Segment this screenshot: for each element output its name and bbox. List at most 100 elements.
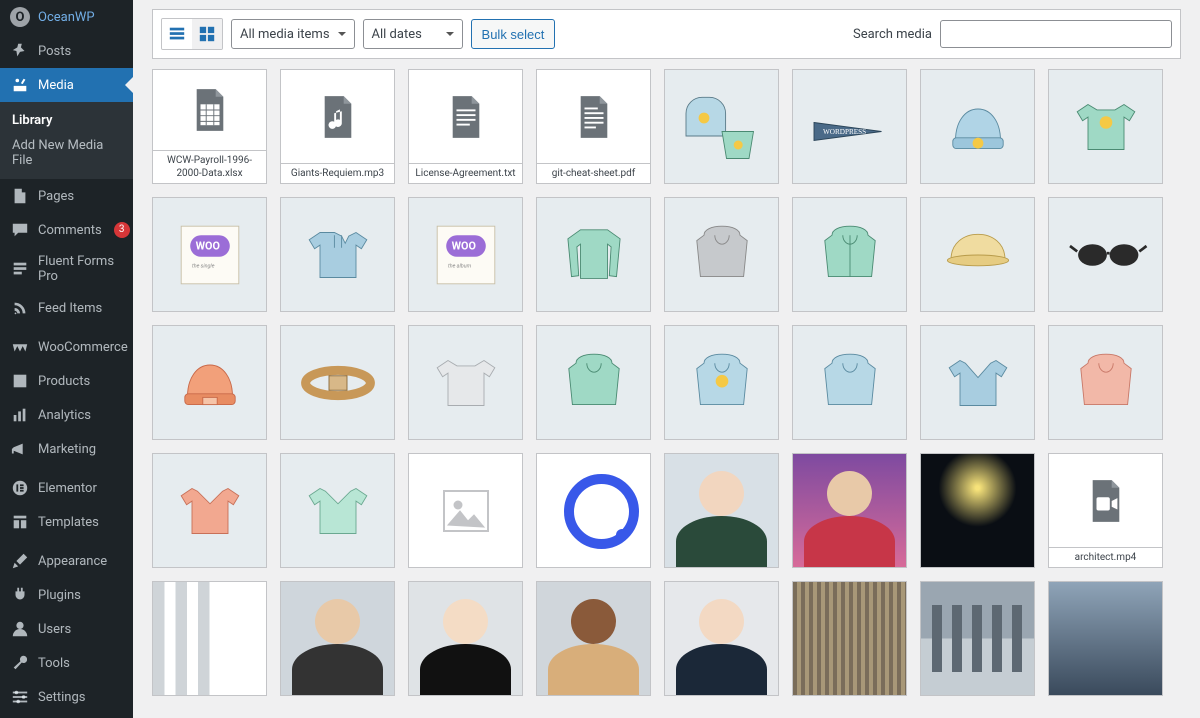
- product-thumbnail: WOOthe single: [153, 198, 266, 311]
- media-tile[interactable]: [536, 325, 651, 440]
- sidebar-item-label: Tools: [38, 656, 70, 671]
- media-tile[interactable]: WOOthe single: [152, 197, 267, 312]
- chart-icon: [10, 405, 30, 425]
- media-tile[interactable]: [1048, 581, 1163, 696]
- sidebar-item-pages[interactable]: Pages: [0, 179, 133, 213]
- media-tile[interactable]: [920, 325, 1035, 440]
- product-thumbnail: [281, 326, 394, 439]
- sidebar-item-posts[interactable]: Posts: [0, 34, 133, 68]
- sidebar-item-appearance[interactable]: Appearance: [0, 544, 133, 578]
- rss-icon: [10, 298, 30, 318]
- media-tile[interactable]: [152, 453, 267, 568]
- form-icon: [10, 259, 30, 279]
- media-tile[interactable]: [664, 69, 779, 184]
- media-tile[interactable]: [664, 197, 779, 312]
- sidebar-item-tools[interactable]: Tools: [0, 646, 133, 680]
- filter-media-type-label: All media items: [240, 27, 330, 42]
- sidebar-item-label: Products: [38, 374, 90, 389]
- media-tile[interactable]: [1048, 325, 1163, 440]
- sidebar-item-label: Templates: [38, 515, 99, 530]
- product-thumbnail: [1049, 70, 1162, 183]
- media-tile[interactable]: [536, 453, 651, 568]
- sidebar-item-plugins[interactable]: Plugins: [0, 578, 133, 612]
- product-thumbnail: [921, 70, 1034, 183]
- sidebar-item-settings[interactable]: Settings: [0, 680, 133, 714]
- media-tile[interactable]: [280, 197, 395, 312]
- sidebar-item-fluentforms[interactable]: Fluent Forms Pro: [0, 247, 133, 291]
- media-tile[interactable]: [1048, 197, 1163, 312]
- site-icon: O: [10, 7, 30, 27]
- photo-thumbnail: [281, 582, 394, 695]
- sidebar-item-analytics[interactable]: Analytics: [0, 398, 133, 432]
- media-tile[interactable]: [408, 325, 523, 440]
- media-tile[interactable]: [792, 453, 907, 568]
- media-tile[interactable]: [664, 581, 779, 696]
- sidebar-item-marketing[interactable]: Marketing: [0, 432, 133, 466]
- wrench-icon: [10, 653, 30, 673]
- media-tile[interactable]: [792, 197, 907, 312]
- media-tile[interactable]: [920, 69, 1035, 184]
- media-tile[interactable]: [152, 325, 267, 440]
- svg-text:WOO: WOO: [195, 239, 219, 252]
- media-caption: git-cheat-sheet.pdf: [537, 163, 650, 183]
- media-tile[interactable]: [664, 453, 779, 568]
- main-content: All media items All dates Bulk select Se…: [133, 0, 1200, 718]
- sidebar-item-label: Posts: [38, 44, 71, 59]
- media-tile[interactable]: [280, 325, 395, 440]
- media-tile[interactable]: [408, 581, 523, 696]
- filter-media-type[interactable]: All media items: [231, 19, 355, 49]
- media-grid: WCW-Payroll-1996-2000-Data.xlsxGiants-Re…: [152, 69, 1181, 696]
- media-tile[interactable]: [536, 581, 651, 696]
- list-view-button[interactable]: [162, 19, 192, 49]
- sidebar-sub-add-new[interactable]: Add New Media File: [0, 133, 133, 173]
- photo-thumbnail: [921, 454, 1034, 567]
- media-tile[interactable]: [280, 453, 395, 568]
- product-thumbnail: [537, 326, 650, 439]
- search-input[interactable]: [940, 20, 1172, 48]
- media-tile[interactable]: [408, 453, 523, 568]
- filter-date[interactable]: All dates: [363, 19, 463, 49]
- media-tile[interactable]: [920, 197, 1035, 312]
- product-thumbnail: [921, 198, 1034, 311]
- document-icon: [191, 86, 229, 134]
- sidebar-item-users[interactable]: Users: [0, 612, 133, 646]
- admin-sidebar: O OceanWP Posts Media Library Add New Me…: [0, 0, 133, 718]
- svg-text:WOO: WOO: [451, 239, 475, 252]
- media-tile[interactable]: [280, 581, 395, 696]
- media-tile[interactable]: Giants-Requiem.mp3: [280, 69, 395, 184]
- sidebar-item-products[interactable]: Products: [0, 364, 133, 398]
- media-tile[interactable]: [792, 581, 907, 696]
- sidebar-item-woocommerce[interactable]: WooCommerce: [0, 330, 133, 364]
- document-icon: [447, 93, 485, 141]
- media-tile[interactable]: architect.mp4: [1048, 453, 1163, 568]
- product-thumbnail: [665, 70, 778, 183]
- media-tile[interactable]: WORDPRESS: [792, 69, 907, 184]
- pin-icon: [10, 41, 30, 61]
- sidebar-item-templates[interactable]: Templates: [0, 505, 133, 539]
- comments-count-badge: 3: [114, 222, 130, 238]
- media-tile[interactable]: WCW-Payroll-1996-2000-Data.xlsx: [152, 69, 267, 184]
- sidebar-sub-library[interactable]: Library: [0, 108, 133, 133]
- sidebar-site[interactable]: O OceanWP: [0, 0, 133, 34]
- media-tile[interactable]: [536, 197, 651, 312]
- document-icon: [319, 93, 357, 141]
- photo-thumbnail: [153, 582, 266, 695]
- sidebar-item-feeditems[interactable]: Feed Items: [0, 291, 133, 325]
- media-tile[interactable]: git-cheat-sheet.pdf: [536, 69, 651, 184]
- media-tile[interactable]: [1048, 69, 1163, 184]
- bulk-select-button[interactable]: Bulk select: [471, 19, 556, 49]
- grid-view-button[interactable]: [192, 19, 222, 49]
- photo-thumbnail: [537, 582, 650, 695]
- sidebar-item-media[interactable]: Media: [0, 68, 133, 102]
- sidebar-item-comments[interactable]: Comments 3: [0, 213, 133, 247]
- media-tile[interactable]: [920, 581, 1035, 696]
- media-tile[interactable]: License-Agreement.txt: [408, 69, 523, 184]
- media-tile[interactable]: [664, 325, 779, 440]
- product-thumbnail: [665, 198, 778, 311]
- media-tile[interactable]: [920, 453, 1035, 568]
- media-tile[interactable]: WOOthe album: [408, 197, 523, 312]
- sidebar-item-elementor[interactable]: Elementor: [0, 471, 133, 505]
- media-tile[interactable]: [792, 325, 907, 440]
- media-caption: architect.mp4: [1049, 547, 1162, 567]
- media-tile[interactable]: [152, 581, 267, 696]
